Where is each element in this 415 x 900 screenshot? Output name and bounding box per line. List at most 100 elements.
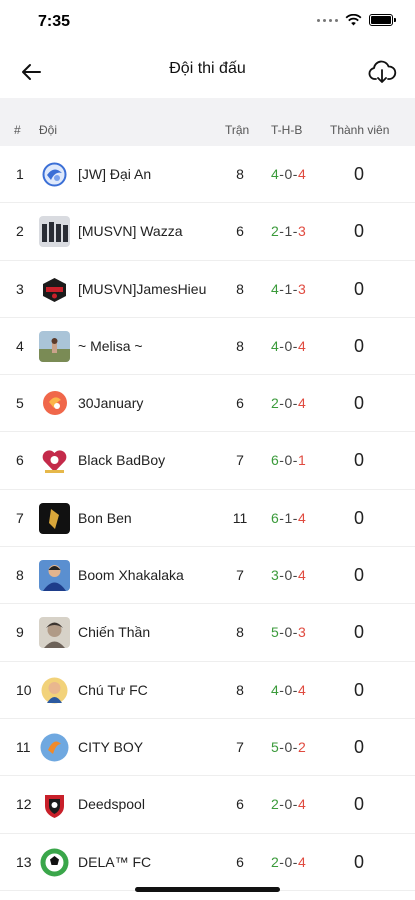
matches-played: 7 xyxy=(236,738,244,755)
draws: 1 xyxy=(284,223,293,240)
team-name: Chú Tư FC xyxy=(78,681,148,698)
member-count: 0 xyxy=(354,565,365,586)
team-row[interactable]: 2 [MUSVN] Wazza 6 2-1-3 0 xyxy=(0,203,415,261)
team-name: Bon Ben xyxy=(78,509,132,526)
team-logo-icon xyxy=(39,159,70,190)
battery-icon xyxy=(369,14,396,26)
matches-played: 7 xyxy=(236,567,244,584)
win-draw-loss: 2-1-3 xyxy=(271,223,307,240)
team-name: [MUSVN] Wazza xyxy=(78,223,183,240)
status-time: 7:35 xyxy=(38,13,71,30)
win-draw-loss: 6-0-1 xyxy=(271,452,307,469)
member-count: 0 xyxy=(354,278,365,299)
team-row[interactable]: 10 Chú Tư FC 8 4-0-4 0 xyxy=(0,662,415,719)
team-row[interactable]: 7 Bon Ben 11 6-1-4 0 xyxy=(0,490,415,548)
member-count: 0 xyxy=(354,736,365,757)
team-row[interactable]: 13 DELA™ FC 6 2-0-4 0 xyxy=(0,834,415,891)
losses: 3 xyxy=(297,280,307,297)
team-row[interactable]: 9 Chiến Thần 8 5-0-3 0 xyxy=(0,604,415,662)
row-number: 6 xyxy=(16,452,24,469)
team-row[interactable]: 4 ~ Melisa ~ 8 4-0-4 0 xyxy=(0,318,415,376)
member-count: 0 xyxy=(354,794,365,815)
team-logo-icon xyxy=(39,388,70,420)
team-name: Black BadBoy xyxy=(78,452,166,469)
matches-played: 8 xyxy=(236,624,244,641)
losses: 1 xyxy=(297,452,307,469)
member-count: 0 xyxy=(354,622,365,643)
row-number: 2 xyxy=(16,223,24,240)
member-count: 0 xyxy=(354,507,365,528)
row-number: 3 xyxy=(16,280,24,297)
row-number: 10 xyxy=(16,681,32,698)
win-draw-loss: 4-1-3 xyxy=(271,280,307,297)
team-row[interactable]: 11 CITY BOY 7 5-0-2 0 xyxy=(0,719,415,777)
team-row[interactable]: 8 Boom Xhakalaka 7 3-0-4 0 xyxy=(0,547,415,605)
losses: 4 xyxy=(297,796,307,813)
team-name: 30January xyxy=(78,395,144,412)
draws: 1 xyxy=(284,509,293,526)
home-indicator[interactable] xyxy=(135,887,280,892)
team-row[interactable]: 12 Deedspool 6 2-0-4 0 xyxy=(0,776,415,834)
status-bar: 7:35 xyxy=(0,0,415,44)
draws: 0 xyxy=(284,395,293,412)
team-name: Chiến Thần xyxy=(78,624,151,641)
team-logo-icon xyxy=(39,789,70,821)
matches-played: 8 xyxy=(236,337,244,354)
row-number: 13 xyxy=(16,853,32,870)
row-number: 1 xyxy=(16,166,24,182)
losses: 4 xyxy=(297,681,307,698)
row-number: 12 xyxy=(16,796,32,813)
team-name: DELA™ FC xyxy=(78,853,152,870)
losses: 4 xyxy=(297,337,307,354)
app-header: Đội thi đấu xyxy=(0,44,415,98)
team-logo-icon xyxy=(39,731,70,763)
member-count: 0 xyxy=(354,164,365,184)
losses: 3 xyxy=(297,223,307,240)
column-header-team: Đội xyxy=(39,123,58,137)
matches-played: 6 xyxy=(236,796,244,813)
draws: 0 xyxy=(284,337,293,354)
member-count: 0 xyxy=(354,221,365,242)
team-name: Boom Xhakalaka xyxy=(78,567,184,584)
member-count: 0 xyxy=(354,851,365,872)
column-header-members: Thành viên xyxy=(330,123,390,137)
team-logo-icon xyxy=(39,445,70,477)
member-count: 0 xyxy=(354,335,365,356)
team-name: CITY BOY xyxy=(78,738,144,755)
losses: 4 xyxy=(297,853,307,870)
team-row[interactable]: 5 30January 6 2-0-4 0 xyxy=(0,375,415,433)
team-name: [MUSVN]JamesHieu xyxy=(78,280,207,297)
draws: 0 xyxy=(284,624,293,641)
row-number: 8 xyxy=(16,567,24,584)
win-draw-loss: 5-0-2 xyxy=(271,738,307,755)
team-row[interactable]: 3 [MUSVN]JamesHieu 8 4-1-3 0 xyxy=(0,261,415,318)
losses: 4 xyxy=(297,166,307,182)
draws: 0 xyxy=(284,452,293,469)
cloud-download-icon[interactable] xyxy=(367,57,397,87)
team-name: ~ Melisa ~ xyxy=(78,337,143,354)
team-logo-icon xyxy=(39,617,70,649)
win-draw-loss: 2-0-4 xyxy=(271,853,307,870)
losses: 3 xyxy=(297,624,307,641)
team-logo-icon xyxy=(39,330,70,362)
table-header: # Đội Trận T-H-B Thành viên xyxy=(0,98,415,146)
matches-played: 6 xyxy=(236,223,244,240)
matches-played: 8 xyxy=(236,166,244,182)
row-number: 9 xyxy=(16,624,24,641)
matches-played: 8 xyxy=(236,280,244,297)
draws: 0 xyxy=(284,681,293,698)
team-logo-icon xyxy=(39,216,70,248)
win-draw-loss: 3-0-4 xyxy=(271,567,307,584)
losses: 4 xyxy=(297,567,307,584)
cellular-icon xyxy=(317,18,338,22)
row-number: 4 xyxy=(16,337,24,354)
draws: 0 xyxy=(284,796,293,813)
matches-played: 6 xyxy=(236,853,244,870)
win-draw-loss: 4-0-4 xyxy=(271,337,307,354)
row-number: 5 xyxy=(16,395,24,412)
column-header-played: Trận xyxy=(225,123,250,137)
team-logo-icon xyxy=(39,846,70,878)
team-row[interactable]: 6 Black BadBoy 7 6-0-1 0 xyxy=(0,432,415,490)
win-draw-loss: 4-0-4 xyxy=(271,166,307,182)
team-row[interactable]: 1 [JW] Đại An 8 4-0-4 0 xyxy=(0,146,415,204)
